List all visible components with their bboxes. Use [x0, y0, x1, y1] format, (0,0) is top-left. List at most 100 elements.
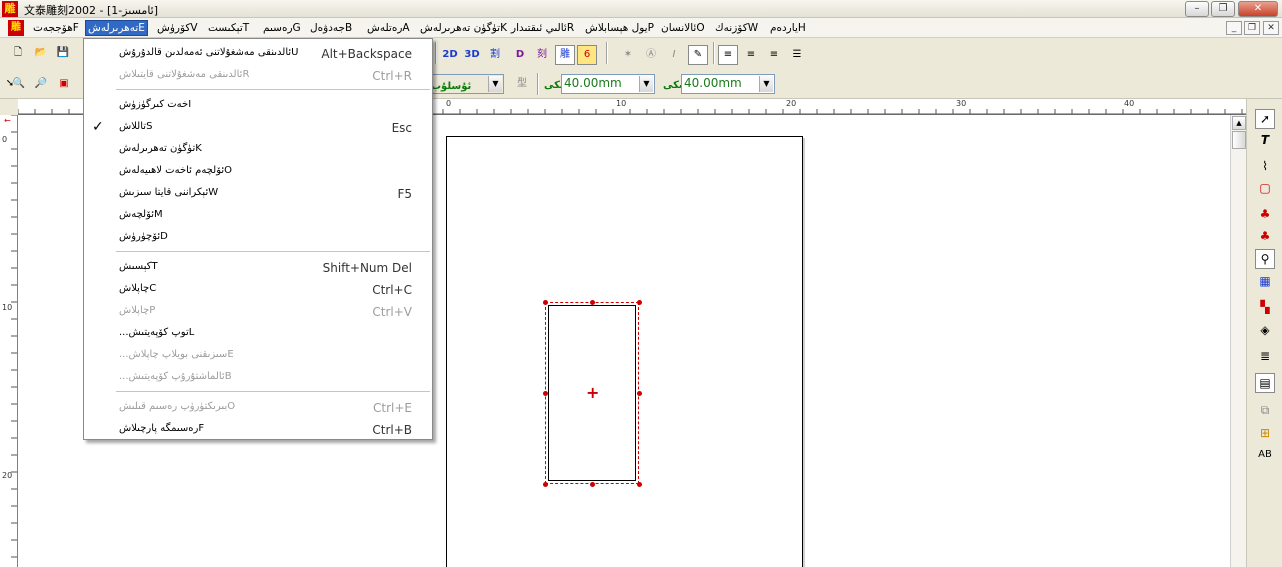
menu-item-design[interactable]: ئۆلچەم ئاخەت لاھىيەلەشO — [84, 160, 432, 182]
style-preset-icon[interactable]: 型 — [512, 74, 532, 94]
table-tool-icon[interactable]: ▦ — [1255, 271, 1275, 291]
app-logo-icon[interactable]: 雕 — [2, 1, 18, 17]
text-tool-icon[interactable]: T — [1255, 130, 1275, 150]
scroll-up-icon[interactable]: ▲ — [1232, 116, 1246, 130]
layer-tool-icon[interactable]: ⧉ — [1255, 400, 1275, 420]
menu-arrange[interactable]: رەتلەشA — [365, 20, 412, 36]
align-center-icon[interactable]: ≡ — [741, 45, 761, 65]
menu-graphics[interactable]: رەسىمG — [261, 20, 303, 36]
3d-button[interactable]: 3D — [462, 45, 482, 65]
document-logo-icon[interactable]: 雕 — [8, 20, 24, 36]
zoom-tool-icon[interactable]: ⚲ — [1255, 249, 1275, 269]
menu-item-break-apart[interactable]: رەسىمگە پارچىلاشF Ctrl+B — [84, 418, 432, 440]
zoom-out-icon[interactable]: 🔎 — [31, 74, 51, 94]
align-justify-icon[interactable]: ☰ — [787, 45, 807, 65]
menu-item-transform-copy[interactable]: ...ئالماشتۇرۇپ كۆپەيتىشB — [84, 366, 432, 388]
doc-close-button[interactable]: ✕ — [1263, 21, 1279, 35]
menu-item-cut[interactable]: كېسىشT Shift+Num Del — [84, 256, 432, 278]
resize-handle[interactable] — [590, 300, 595, 305]
resize-handle[interactable] — [543, 482, 548, 487]
open-folder-icon[interactable]: 📂 — [31, 43, 51, 63]
menu-separator — [116, 391, 430, 393]
zoom-select-icon[interactable]: ▣ — [54, 74, 74, 94]
engrave-tool-button[interactable]: 雕 — [555, 45, 575, 65]
ab-tool-icon[interactable]: AB — [1255, 445, 1275, 465]
menu-item-combine[interactable]: بىرىكتۈرۈپ رەسىم قىلىشO Ctrl+E — [84, 396, 432, 418]
close-button[interactable]: ✕ — [1238, 1, 1278, 17]
menu-table[interactable]: جەدۋەلB — [308, 20, 354, 36]
title-bar: 雕 文泰雕刻2002 - [ئامسىز-1] – ❐ ✕ — [0, 0, 1282, 18]
menu-toolpath[interactable]: يول ھېسابلاشP — [583, 20, 656, 36]
zoom-in-icon[interactable]: 🔍 — [9, 74, 29, 94]
menu-item-node-edit[interactable]: تۈگۈن تەھرىرلەشK — [84, 138, 432, 160]
menu-item-shortcut: Ctrl+E — [373, 401, 412, 415]
menu-file[interactable]: ھۆججەتF — [31, 20, 81, 36]
chevron-down-icon[interactable]: ▼ — [759, 76, 773, 92]
fill-bucket-icon[interactable]: ◈ — [1255, 320, 1275, 340]
align-right-icon[interactable]: ≡ — [764, 45, 784, 65]
menu-item-paste[interactable]: چاپلاشP Ctrl+V — [84, 300, 432, 322]
menu-item-measure[interactable]: ئۆلچەشM — [84, 204, 432, 226]
shape-tool-icon[interactable]: ♣ — [1255, 204, 1275, 224]
six-tool-button[interactable]: 6 — [577, 45, 597, 65]
menu-item-array-copy[interactable]: ...توپ كۆپەيتىشL — [84, 322, 432, 344]
text-outline-icon[interactable]: Ⓐ — [641, 45, 661, 65]
menu-help[interactable]: ياردەمH — [768, 20, 808, 36]
menu-item-undo[interactable]: ئالدىنقى مەشغۇلاتنى ئەمەلدىن قالدۇرۇشU A… — [84, 42, 432, 64]
shape-edit-icon[interactable]: ♣ — [1255, 226, 1275, 246]
menu-window[interactable]: كۆزنەكW — [713, 20, 760, 36]
text-effect-icon[interactable]: ✶ — [618, 45, 638, 65]
menu-o[interactable]: ئالانسانO — [659, 20, 707, 36]
vertical-scrollbar[interactable]: ▲ — [1230, 115, 1246, 567]
chevron-down-icon[interactable]: ▼ — [488, 76, 502, 92]
align-left-icon[interactable]: ≡ — [718, 45, 738, 65]
resize-handle[interactable] — [637, 482, 642, 487]
style-select[interactable]: ▼ — [430, 74, 504, 94]
doc-tool-icon[interactable]: ▤ — [1255, 373, 1275, 393]
menu-node-edit[interactable]: تۈگۈن تەھرىرلەشK — [418, 20, 509, 36]
chevron-down-icon[interactable]: ▼ — [639, 76, 653, 92]
text-edit-icon[interactable]: ✎ — [688, 45, 708, 65]
resize-handle[interactable] — [543, 300, 548, 305]
new-file-icon[interactable]: 🗋 — [8, 43, 28, 63]
d-tool-button[interactable]: D — [510, 45, 530, 65]
menu-text[interactable]: تېكىستT — [206, 20, 251, 36]
menu-edit[interactable]: تەھرىرلەشE — [85, 20, 148, 36]
resize-handle[interactable] — [590, 482, 595, 487]
app-window: 雕 文泰雕刻2002 - [ئامسىز-1] – ❐ ✕ 雕 ھۆججەتF … — [0, 0, 1282, 567]
menu-advanced[interactable]: ئالىي ئىقتىدارR — [509, 20, 576, 36]
resize-handle[interactable] — [637, 391, 642, 396]
select-arrow-icon[interactable]: ➚ — [1255, 109, 1275, 129]
menu-item-redraw[interactable]: ئېكراننى قايتا سىزىشW F5 — [84, 182, 432, 204]
ruler-number: 20 — [786, 99, 797, 108]
menu-view[interactable]: كۆرۈشV — [155, 20, 200, 36]
carve-tool-button[interactable]: 刻 — [532, 45, 552, 65]
restore-button[interactable]: ❐ — [1211, 1, 1235, 17]
color-palette-icon[interactable]: ▚ — [1255, 297, 1275, 317]
doc-restore-button[interactable]: ❐ — [1244, 21, 1260, 35]
ruler-number: 0 — [2, 135, 8, 144]
height-input[interactable]: 40.00mm ▼ — [561, 74, 655, 94]
menu-item-select[interactable]: ✓ تاللاشS Esc — [84, 116, 432, 138]
scroll-thumb[interactable] — [1232, 131, 1246, 149]
resize-handle[interactable] — [637, 300, 642, 305]
minimize-button[interactable]: – — [1185, 1, 1209, 17]
selected-rectangle[interactable]: + — [543, 300, 642, 487]
menu-item-copy[interactable]: چاپلاشC Ctrl+C — [84, 278, 432, 300]
2d-button[interactable]: 2D — [440, 45, 460, 65]
save-icon[interactable]: 💾 — [53, 43, 73, 63]
menu-item-redo[interactable]: ئالدىنقى مەشغۇلاتنى قايتىلاشR Ctrl+R — [84, 64, 432, 86]
menu-item-delete[interactable]: ئۆچۈرۈشD — [84, 226, 432, 248]
doc-minimize-button[interactable]: _ — [1226, 21, 1242, 35]
path-text-icon[interactable]: ⌇ — [1255, 156, 1275, 176]
document-page[interactable]: + — [446, 136, 803, 567]
cut-tool-button[interactable]: 割 — [485, 45, 505, 65]
menu-item-paste-along-path[interactable]: ...سىزىقنى بويلاپ چاپلاشE — [84, 344, 432, 366]
image-tool-icon[interactable]: ⊞ — [1255, 423, 1275, 443]
italic-icon[interactable]: I — [664, 45, 684, 65]
rectangle-tool-icon[interactable]: ▢ — [1255, 178, 1275, 198]
width-input[interactable]: 40.00mm ▼ — [681, 74, 775, 94]
resize-handle[interactable] — [543, 391, 548, 396]
text-lines-icon[interactable]: ≣ — [1255, 346, 1275, 366]
menu-item-text-input[interactable]: خەت كىرگۈزۈشI — [84, 94, 432, 116]
